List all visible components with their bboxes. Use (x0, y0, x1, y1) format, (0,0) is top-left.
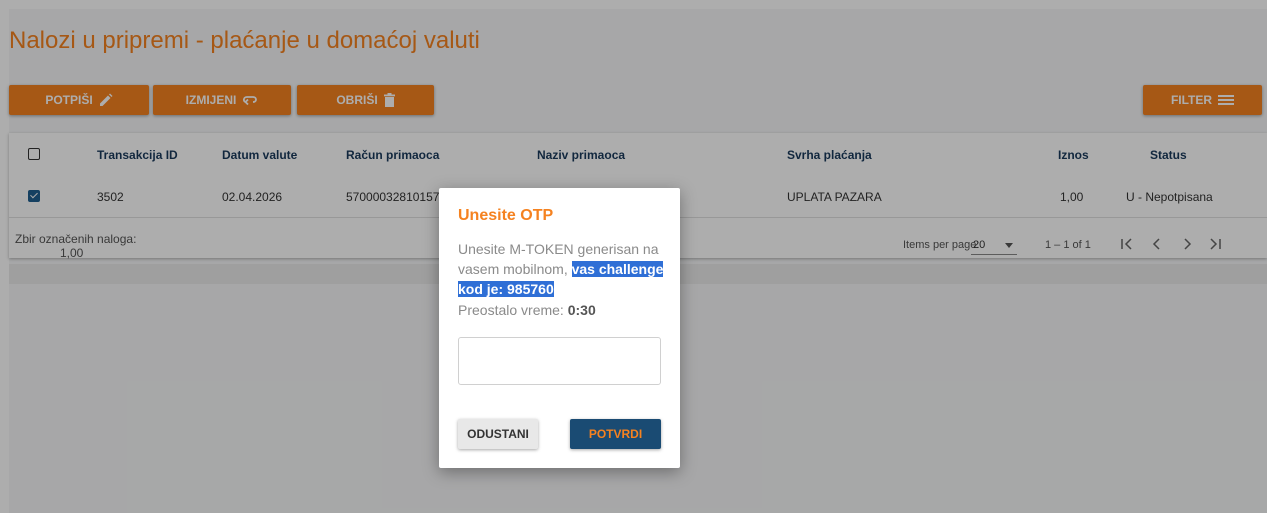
confirm-button[interactable]: POTVRDI (570, 419, 661, 449)
remaining-time: Preostalo vreme: 0:30 (458, 302, 596, 318)
dialog-title: Unesite OTP (458, 207, 554, 224)
otp-dialog: Unesite OTP Unesite M-TOKEN generisan na… (439, 188, 680, 468)
otp-input[interactable] (458, 337, 661, 385)
remaining-time-label: Preostalo vreme: (458, 302, 568, 318)
dialog-message: Unesite M-TOKEN generisan na vasem mobil… (458, 239, 668, 299)
remaining-time-value: 0:30 (567, 302, 596, 318)
cancel-button[interactable]: ODUSTANI (458, 419, 538, 449)
